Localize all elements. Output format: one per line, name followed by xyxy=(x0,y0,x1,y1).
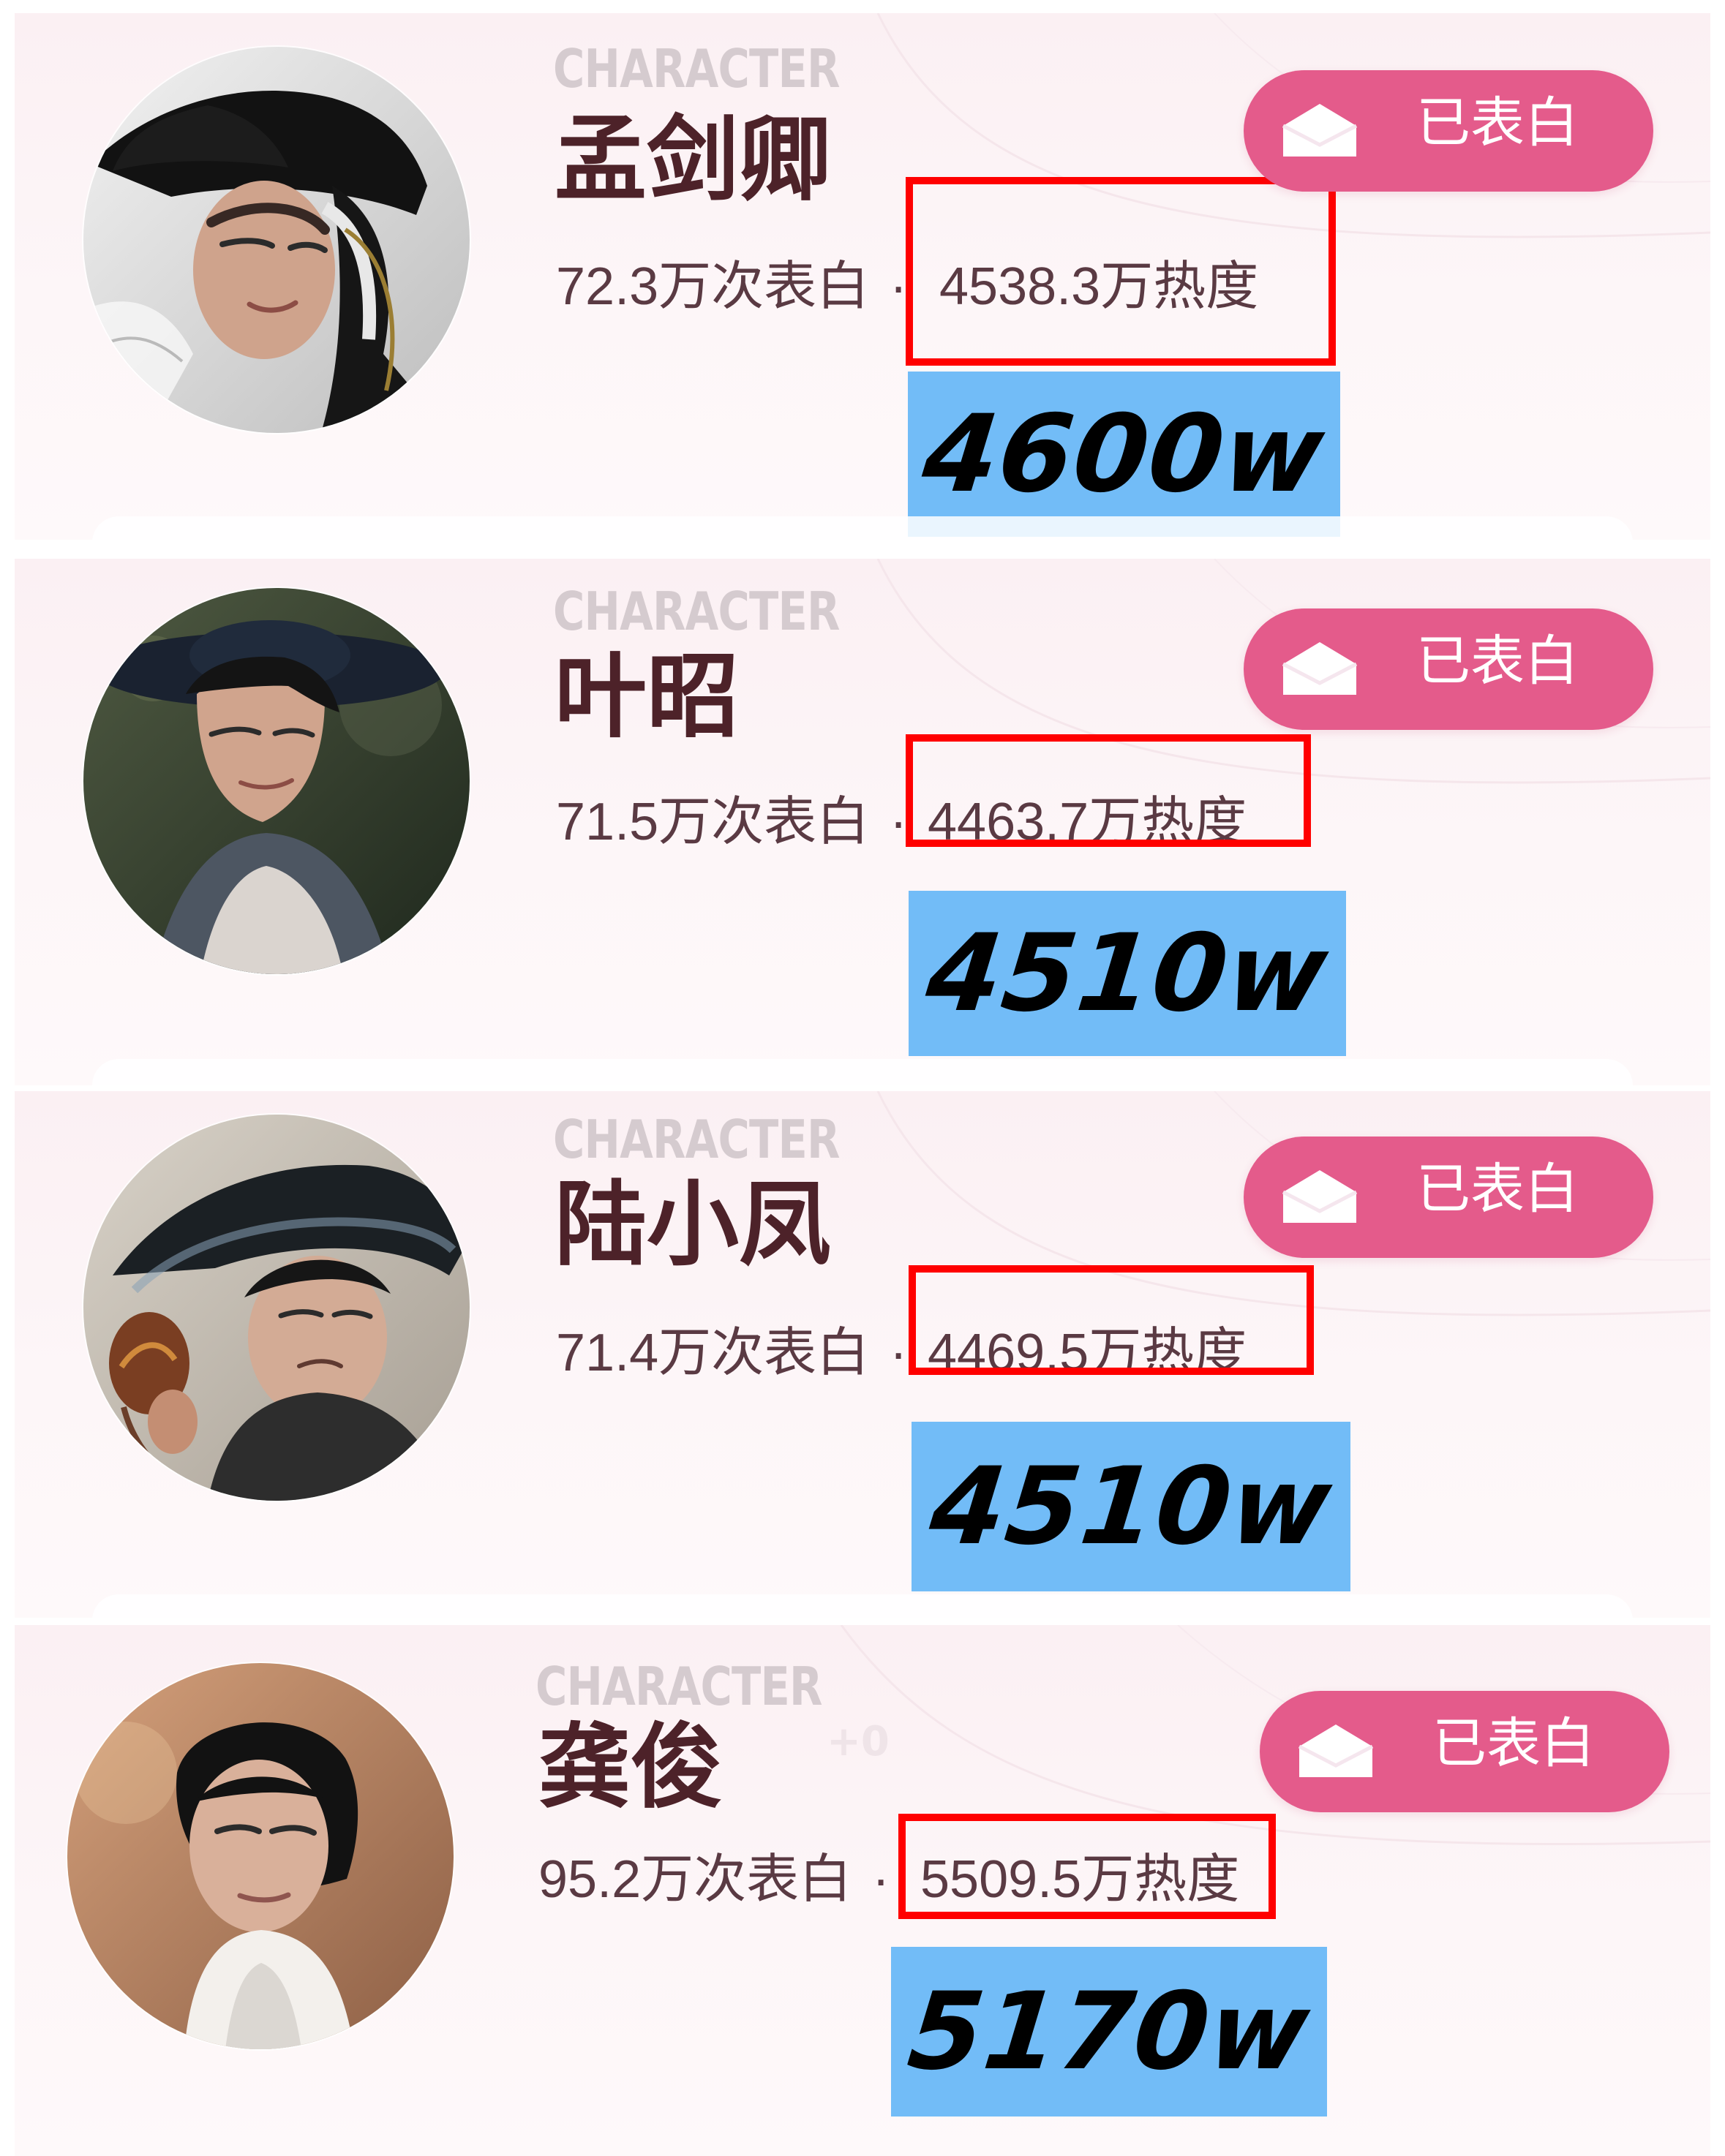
next-card-edge xyxy=(92,1594,1633,1618)
character-avatar xyxy=(83,47,470,433)
character-label: CHARACTER xyxy=(553,38,840,99)
character-label: CHARACTER xyxy=(553,1109,840,1170)
confession-stats: 71.4万次表白 · xyxy=(556,1327,914,1379)
confession-stats: 95.2万次表白 · xyxy=(538,1853,897,1906)
heat-highlight-box xyxy=(906,177,1336,366)
character-avatar xyxy=(67,1663,454,2049)
estimate-value: 4510w xyxy=(920,911,1334,1036)
envelope-icon xyxy=(1298,1725,1374,1777)
estimate-value: 4600w xyxy=(917,392,1331,516)
envelope-icon xyxy=(1282,104,1358,157)
character-label: CHARACTER xyxy=(535,1656,822,1717)
confession-stats: 72.3万次表白 · xyxy=(556,260,914,313)
confessed-button-label: 已表白 xyxy=(1416,630,1579,693)
character-avatar xyxy=(83,1115,470,1501)
heat-highlight-box xyxy=(909,1265,1314,1375)
character-name: 叶昭 xyxy=(555,643,739,750)
stats-separator: · xyxy=(890,257,908,316)
confessed-button[interactable]: 已表白 xyxy=(1260,1691,1669,1812)
confessed-button[interactable]: 已表白 xyxy=(1244,608,1653,730)
character-label: CHARACTER xyxy=(553,581,840,642)
character-card-1: CHARACTER 孟剑卿 72.3万次表白 · 4538.3万热度 4600w … xyxy=(15,13,1710,540)
confession-stats: 71.5万次表白 · xyxy=(556,796,914,848)
stats-separator: · xyxy=(872,1850,890,1909)
character-card-4: +0 CHARACTER 龚俊 95.2万次表白 · 5509.5万热度 5170… xyxy=(15,1625,1710,2156)
estimate-value: 5170w xyxy=(902,1970,1316,2094)
faint-counter: +0 xyxy=(827,1718,890,1765)
estimate-box: 5170w xyxy=(891,1947,1327,2117)
next-card-edge xyxy=(92,1059,1633,1085)
confession-count: 71.5万次表白 xyxy=(556,793,870,851)
stats-separator: · xyxy=(890,1324,908,1382)
character-avatar xyxy=(83,588,470,974)
estimate-value: 4510w xyxy=(924,1444,1338,1569)
estimate-box: 4600w xyxy=(908,372,1340,537)
confessed-button[interactable]: 已表白 xyxy=(1244,1137,1653,1258)
envelope-icon xyxy=(1282,642,1358,695)
heat-highlight-box xyxy=(898,1814,1276,1919)
envelope-icon xyxy=(1282,1170,1358,1223)
confession-count: 72.3万次表白 xyxy=(556,257,870,316)
estimate-box: 4510w xyxy=(912,1422,1350,1591)
confessed-button-label: 已表白 xyxy=(1416,91,1579,154)
stats-separator: · xyxy=(890,793,908,851)
confession-count: 95.2万次表白 xyxy=(538,1850,852,1909)
heat-highlight-box xyxy=(906,734,1311,847)
confessed-button-label: 已表白 xyxy=(1416,1158,1579,1221)
character-name: 孟剑卿 xyxy=(555,106,831,214)
confessed-button-label: 已表白 xyxy=(1432,1712,1595,1775)
confessed-button[interactable]: 已表白 xyxy=(1244,70,1653,192)
next-card-edge xyxy=(92,516,1633,540)
character-card-2: CHARACTER 叶昭 71.5万次表白 · 4463.7万热度 4510w 已… xyxy=(15,559,1710,1085)
character-card-3: CHARACTER 陆小凤 71.4万次表白 · 4469.5万热度 4510w … xyxy=(15,1091,1710,1618)
confession-count: 71.4万次表白 xyxy=(556,1324,870,1382)
character-name: 龚俊 xyxy=(538,1714,723,1821)
character-name: 陆小凤 xyxy=(555,1171,831,1278)
estimate-box: 4510w xyxy=(909,891,1346,1056)
